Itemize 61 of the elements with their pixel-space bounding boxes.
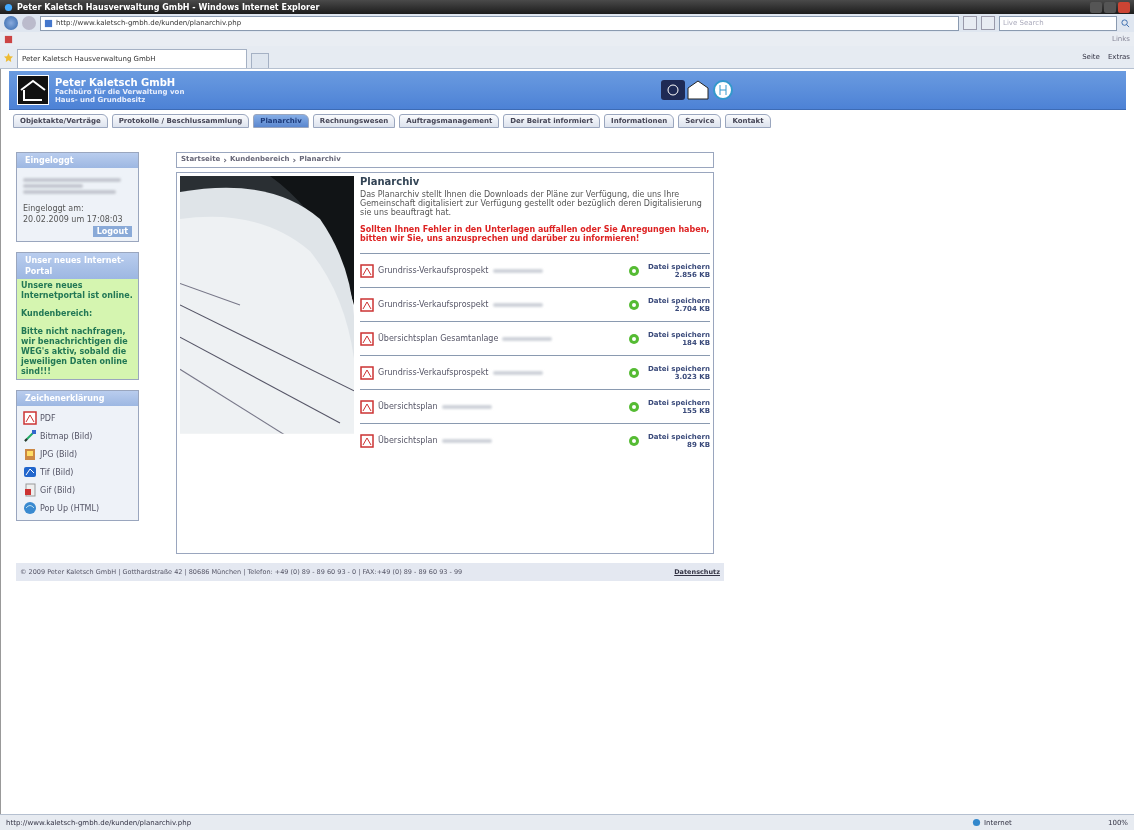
file-link[interactable]: Grundriss-Verkaufsprospekt (378, 300, 489, 309)
panel-title: Eingeloggt (17, 153, 138, 168)
pdf-file-icon (23, 411, 37, 425)
house-badge-icon (687, 80, 709, 100)
new-tab-button[interactable] (251, 53, 269, 68)
favorites-icon[interactable] (4, 52, 13, 62)
maximize-button[interactable] (1104, 1, 1116, 13)
gif-file-icon (23, 483, 37, 497)
file-link[interactable]: Übersichtsplan Gesamtanlage (378, 334, 499, 343)
minimize-button[interactable] (1090, 1, 1102, 13)
news-text: Unsere neues Internetportal ist online. (21, 281, 134, 301)
download-icon[interactable] (627, 434, 640, 447)
news-text: Bitte nicht nachfragen, wir benachrichtigen die WEG's aktiv, sobald die jeweiligen Daten online sind!!! (21, 327, 129, 377)
circle-logo-icon (711, 80, 735, 100)
legend-label: JPG (Bild) (40, 449, 78, 459)
download-icon[interactable] (627, 264, 640, 277)
file-link[interactable]: Grundriss-Verkaufsprospekt (378, 368, 489, 377)
breadcrumb-separator: › (223, 155, 228, 165)
search-icon[interactable] (1121, 18, 1130, 28)
globe-icon (972, 818, 981, 827)
page-icon (44, 18, 53, 28)
file-link[interactable]: Übersichtsplan (378, 436, 438, 445)
window-title: Peter Kaletsch Hausverwaltung GmbH - Windows Internet Explorer (17, 2, 321, 12)
download-icon[interactable] (627, 298, 640, 311)
pdf-file-icon (360, 331, 374, 346)
popup-file-icon (23, 501, 37, 515)
pdf-file-icon (360, 365, 374, 380)
browser-icon (4, 2, 13, 12)
company-name: Peter Kaletsch GmbH (55, 76, 177, 88)
legend-label: Bitmap (Bild) (40, 431, 93, 441)
news-text: Kundenbereich: (21, 309, 94, 319)
house-logo-icon (17, 75, 49, 105)
intro-text: Das Planarchiv stellt Ihnen die Downloads der Pläne zur Verfügung, die uns Ihre Gemeinschaft digitalisiert zur Verfügung gestellt oder bezüglich deren Digitalisierung sie uns beauftragt hat. (360, 190, 703, 217)
panel-title: Unser neues Internet-Portal (17, 253, 138, 279)
legend-label: Tif (Bild) (40, 467, 74, 477)
legend-label: Gif (Bild) (40, 485, 76, 495)
association-logo-icon (661, 80, 685, 100)
breadcrumb-separator: › (292, 155, 297, 165)
close-button[interactable] (1118, 1, 1130, 13)
panel-title: Zeichenerklärung (17, 391, 138, 406)
feeds-icon[interactable] (4, 34, 13, 44)
tif-file-icon (23, 465, 37, 479)
pdf-file-icon (360, 263, 374, 278)
legend-label: Pop Up (HTML) (40, 503, 100, 513)
jpg-file-icon (23, 447, 37, 461)
pdf-file-icon (360, 399, 374, 414)
warning-text: Sollten Ihnen Fehler in den Unterlagen auffallen oder Sie Anregungen haben, bitten wir Sie, uns anzusprechen und darüber zu informieren! (360, 225, 710, 243)
back-button[interactable] (4, 16, 18, 30)
file-link[interactable]: Grundriss-Verkaufsprospekt (378, 266, 489, 275)
file-link[interactable]: Übersichtsplan (378, 402, 438, 411)
download-icon[interactable] (627, 400, 640, 413)
download-icon[interactable] (627, 332, 640, 345)
forward-button[interactable] (22, 16, 36, 30)
bitmap-file-icon (23, 429, 37, 443)
pdf-file-icon (360, 433, 374, 448)
login-info: 20.02.2009 um 17:08:03 (23, 215, 124, 224)
legend-label: PDF (40, 413, 56, 423)
pdf-file-icon (360, 297, 374, 312)
page-heading: Planarchiv (360, 176, 421, 187)
download-icon[interactable] (627, 366, 640, 379)
login-info: Eingeloggt am: (23, 204, 85, 213)
